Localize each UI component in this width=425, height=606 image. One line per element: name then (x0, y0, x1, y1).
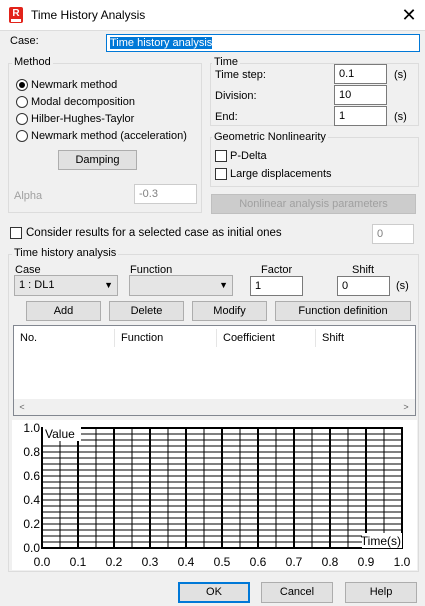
radio-hht[interactable] (16, 113, 28, 125)
x-tick-label: 0.2 (106, 555, 123, 569)
close-icon[interactable]: ✕ (398, 4, 420, 26)
y-tick-label: 0.6 (23, 469, 40, 483)
tha-case-value: 1 : DL1 (19, 279, 55, 291)
horizontal-scrollbar[interactable]: < > (14, 399, 415, 415)
ok-button[interactable]: OK (178, 582, 250, 603)
cancel-button[interactable]: Cancel (261, 582, 333, 603)
x-tick-label: 0.0 (34, 555, 51, 569)
delete-button[interactable]: Delete (109, 301, 184, 321)
radio-modal-label: Modal decomposition (31, 96, 135, 108)
add-button[interactable]: Add (26, 301, 101, 321)
nonlinear-parameters-button[interactable]: Nonlinear analysis parameters (211, 194, 416, 214)
scroll-left-icon[interactable]: < (15, 400, 29, 414)
time-step-unit: (s) (394, 69, 407, 81)
case-name-text: Time history analysis (110, 37, 213, 49)
x-tick-label: 0.1 (70, 555, 87, 569)
x-tick-label: 0.4 (178, 555, 195, 569)
tha-factor-label: Factor (261, 264, 293, 276)
robot-app-icon: R (9, 7, 23, 23)
tha-group-title: Time history analysis (12, 247, 119, 259)
function-definition-button[interactable]: Function definition (275, 301, 411, 321)
y-tick-label: 0.8 (23, 445, 40, 459)
col-shift[interactable]: Shift (316, 329, 415, 347)
tha-case-select[interactable]: 1 : DL1 ▼ (14, 275, 118, 296)
radio-newmark-accel[interactable] (16, 130, 28, 142)
tha-function-select[interactable]: ▼ (129, 275, 233, 296)
x-tick-label: 0.3 (142, 555, 159, 569)
time-step-input[interactable]: 0.1 (334, 64, 387, 84)
x-tick-label: 0.7 (286, 555, 303, 569)
x-tick-label: 0.8 (322, 555, 339, 569)
large-displacements-label: Large displacements (230, 168, 332, 180)
x-tick-label: 0.5 (214, 555, 231, 569)
case-name-input[interactable]: Time history analysis (106, 34, 420, 52)
time-step-label: Time step: (215, 69, 266, 81)
end-label: End: (215, 111, 238, 123)
chevron-down-icon: ▼ (219, 280, 228, 290)
x-tick-label: 0.6 (250, 555, 267, 569)
radio-newmark-accel-label: Newmark method (acceleration) (31, 130, 187, 142)
tha-shift-input[interactable]: 0 (337, 276, 390, 296)
division-input[interactable]: 10 (334, 85, 387, 105)
large-displacements-checkbox[interactable] (215, 168, 227, 180)
x-tick-label: 1.0 (394, 555, 411, 569)
modify-button[interactable]: Modify (192, 301, 267, 321)
tha-factor-input[interactable]: 1 (250, 276, 303, 296)
y-axis-label: Value (45, 427, 75, 441)
col-function[interactable]: Function (115, 329, 217, 347)
damping-button[interactable]: Damping (58, 150, 137, 170)
alpha-input[interactable]: -0.3 (134, 184, 197, 204)
case-label: Case: (10, 35, 39, 47)
radio-modal[interactable] (16, 96, 28, 108)
col-no[interactable]: No. (14, 329, 115, 347)
time-group-title: Time (212, 56, 241, 68)
x-tick-label: 0.9 (358, 555, 375, 569)
geom-group-title: Geometric Nonlinearity (212, 131, 328, 143)
col-coefficient[interactable]: Coefficient (217, 329, 316, 347)
x-axis-label: Time(s) (361, 534, 401, 548)
y-tick-label: 0.2 (23, 517, 40, 531)
time-history-plot: 1.0 0.8 0.6 0.4 0.2 0.00.0 0.1 0.2 0.3 0.4 0.5 0.6 0… (12, 420, 417, 570)
radio-newmark[interactable] (16, 79, 28, 91)
y-tick-label: 0.0 (23, 541, 40, 555)
scroll-right-icon[interactable]: > (399, 400, 413, 414)
alpha-label: Alpha (14, 190, 43, 202)
window-title: Time History Analysis (31, 8, 146, 22)
pdelta-label: P-Delta (230, 150, 267, 162)
y-tick-label: 0.4 (23, 493, 40, 507)
end-input[interactable]: 1 (334, 106, 387, 126)
tha-shift-unit: (s) (396, 280, 409, 292)
method-group-title: Method (12, 56, 53, 68)
initial-case-input[interactable]: 0 (372, 224, 414, 244)
functions-list[interactable]: No. Function Coefficient Shift < > (13, 325, 416, 416)
consider-initial-label: Consider results for a selected case as … (26, 227, 282, 239)
end-unit: (s) (394, 111, 407, 123)
radio-newmark-label: Newmark method (31, 79, 118, 91)
tha-shift-label: Shift (352, 264, 375, 276)
pdelta-checkbox[interactable] (215, 150, 227, 162)
help-button[interactable]: Help (345, 582, 417, 603)
consider-initial-checkbox[interactable] (10, 227, 22, 239)
division-label: Division: (215, 90, 257, 102)
chevron-down-icon: ▼ (104, 280, 113, 290)
radio-hht-label: Hilber-Hughes-Taylor (31, 113, 135, 125)
y-tick-label: 1.0 (23, 421, 40, 435)
